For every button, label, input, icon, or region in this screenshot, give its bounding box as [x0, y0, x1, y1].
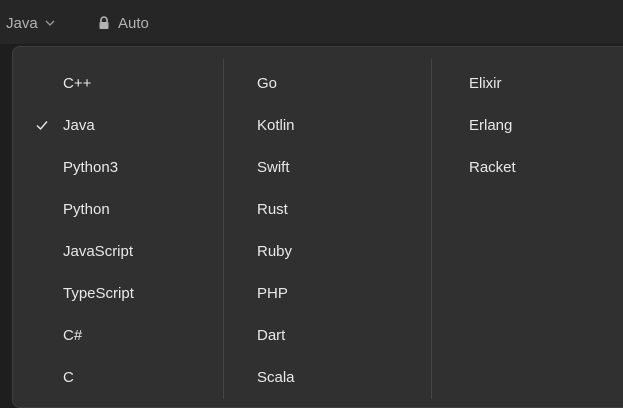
language-selector[interactable]: Java — [6, 12, 56, 34]
language-option-elixir[interactable]: Elixir — [431, 63, 623, 103]
language-option-python[interactable]: Python — [13, 189, 213, 229]
language-option-label: Racket — [469, 158, 516, 176]
language-option-python3[interactable]: Python3 — [13, 147, 213, 187]
language-option-php[interactable]: PHP — [223, 273, 423, 313]
auto-mode-indicator[interactable]: Auto — [98, 12, 149, 34]
language-option-rust[interactable]: Rust — [223, 189, 423, 229]
language-option-label: Elixir — [469, 74, 502, 92]
language-option-label: PHP — [257, 284, 288, 302]
lock-icon — [98, 16, 110, 30]
language-option-go[interactable]: Go — [223, 63, 423, 103]
language-option-label: C++ — [63, 74, 92, 92]
language-option-label: Swift — [257, 158, 290, 176]
check-icon — [35, 118, 49, 132]
language-option-label: Java — [63, 116, 95, 134]
language-option-cpp[interactable]: C++ — [13, 63, 213, 103]
language-option-ruby[interactable]: Ruby — [223, 231, 423, 271]
language-option-label: Python3 — [63, 158, 119, 176]
language-option-scala[interactable]: Scala — [223, 357, 423, 397]
language-option-erlang[interactable]: Erlang — [431, 105, 623, 145]
language-option-typescript[interactable]: TypeScript — [13, 273, 213, 313]
language-option-label: Rust — [257, 200, 288, 218]
language-option-swift[interactable]: Swift — [223, 147, 423, 187]
language-option-dart[interactable]: Dart — [223, 315, 423, 355]
language-option-label: JavaScript — [63, 242, 134, 260]
language-option-racket[interactable]: Racket — [431, 147, 623, 187]
language-option-c[interactable]: C — [13, 357, 213, 397]
auto-mode-label: Auto — [118, 14, 149, 32]
language-option-label: Python — [63, 200, 110, 218]
chevron-down-icon — [44, 17, 56, 29]
language-option-kotlin[interactable]: Kotlin — [223, 105, 423, 145]
language-option-javascript[interactable]: JavaScript — [13, 231, 213, 271]
language-dropdown-menu: C++ Java Python3 Python JavaScript TypeS… — [12, 46, 623, 408]
language-option-label: C# — [63, 326, 83, 344]
language-option-label: Scala — [257, 368, 295, 386]
language-option-csharp[interactable]: C# — [13, 315, 213, 355]
language-option-label: Dart — [257, 326, 286, 344]
language-option-java[interactable]: Java — [13, 105, 213, 145]
language-option-label: Kotlin — [257, 116, 295, 134]
language-option-label: TypeScript — [63, 284, 134, 302]
language-option-label: Go — [257, 74, 278, 92]
language-option-label: Ruby — [257, 242, 293, 260]
language-selector-label: Java — [6, 14, 38, 32]
editor-toolbar: Java Auto — [0, 0, 623, 44]
language-option-label: C — [63, 368, 74, 386]
language-option-label: Erlang — [469, 116, 513, 134]
